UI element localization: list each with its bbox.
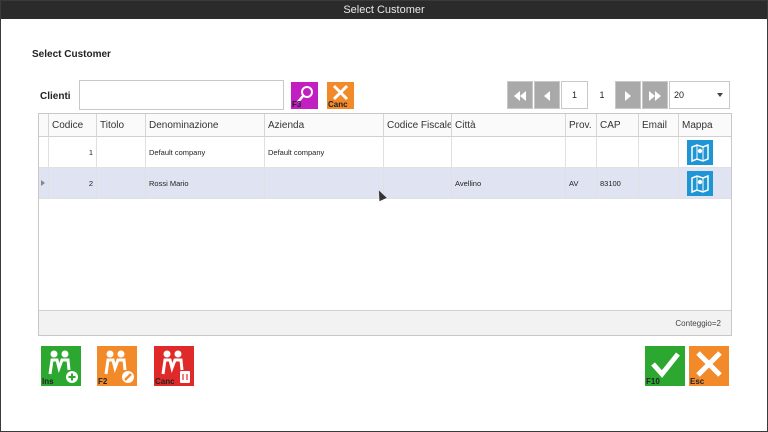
clear-shortcut-label: Canc	[328, 100, 348, 109]
table-row[interactable]: 1 Default company Default company	[39, 137, 731, 168]
search-button[interactable]: F3	[291, 82, 318, 109]
edit-customer-button[interactable]: F2	[97, 346, 137, 386]
search-input[interactable]	[79, 80, 284, 110]
column-header-cap[interactable]: CAP	[596, 114, 638, 137]
search-shortcut-label: F3	[292, 100, 302, 109]
cell-prov: AV	[565, 168, 596, 199]
map-button[interactable]	[687, 171, 713, 196]
cell-titolo	[96, 137, 145, 168]
next-page-button[interactable]	[615, 81, 641, 109]
escape-shortcut-label: Esc	[690, 377, 705, 386]
column-header-titolo[interactable]: Titolo	[96, 114, 145, 137]
insert-shortcut-label: Ins	[42, 377, 54, 386]
cell-cap: 83100	[596, 168, 638, 199]
first-page-icon	[514, 91, 526, 101]
row-indicator-icon	[41, 180, 45, 186]
grid-footer-count: Conteggio=2	[39, 310, 731, 335]
next-page-icon	[625, 91, 631, 101]
cell-citta: Avellino	[451, 168, 565, 199]
page-size-select[interactable]: 20	[669, 81, 730, 109]
window-title-bar: Select Customer	[1, 1, 767, 19]
cell-codice: 1	[48, 137, 96, 168]
cell-email	[638, 137, 678, 168]
select-customer-window: Select Customer Select Customer Clienti …	[0, 0, 768, 432]
cell-email	[638, 168, 678, 199]
last-page-icon	[649, 91, 661, 101]
previous-page-button[interactable]	[534, 81, 560, 109]
cell-citta	[451, 137, 565, 168]
page-title: Select Customer	[32, 49, 111, 60]
search-label: Clienti	[40, 91, 71, 102]
map-icon	[691, 143, 709, 163]
prev-page-icon	[544, 91, 550, 101]
delete-customer-button[interactable]: Canc	[154, 346, 194, 386]
cell-codice-fiscale	[383, 137, 451, 168]
current-page-field[interactable]: 1	[561, 81, 588, 109]
column-header-citta[interactable]: Città	[451, 114, 565, 137]
customer-grid: Codice Titolo Denominazione Azienda Codi…	[38, 113, 732, 336]
column-header-prov[interactable]: Prov.	[565, 114, 596, 137]
column-header-mappa[interactable]: Mappa	[678, 114, 721, 137]
map-icon	[691, 174, 709, 194]
confirm-button[interactable]: F10	[645, 346, 685, 386]
map-button[interactable]	[687, 140, 713, 165]
cell-cap	[596, 137, 638, 168]
confirm-shortcut-label: F10	[646, 377, 660, 386]
cell-azienda: Default company	[264, 137, 383, 168]
cell-codice: 2	[48, 168, 96, 199]
cell-denominazione: Rossi Mario	[145, 168, 264, 199]
first-page-button[interactable]	[507, 81, 533, 109]
chevron-down-icon	[717, 93, 723, 97]
column-header-azienda[interactable]: Azienda	[264, 114, 383, 137]
column-header-codice-fiscale[interactable]: Codice Fiscale	[383, 114, 451, 137]
last-page-button[interactable]	[642, 81, 668, 109]
clear-search-button[interactable]: Canc	[327, 82, 354, 109]
cell-azienda	[264, 168, 383, 199]
cell-titolo	[96, 168, 145, 199]
column-header-denominazione[interactable]: Denominazione	[145, 114, 264, 137]
cell-prov	[565, 137, 596, 168]
cancel-button[interactable]: Esc	[689, 346, 729, 386]
cell-denominazione: Default company	[145, 137, 264, 168]
grid-header: Codice Titolo Denominazione Azienda Codi…	[39, 114, 731, 137]
cell-codice-fiscale	[383, 168, 451, 199]
add-customer-button[interactable]: Ins	[41, 346, 81, 386]
edit-shortcut-label: F2	[98, 377, 108, 386]
column-header-codice[interactable]: Codice	[48, 114, 96, 137]
delete-shortcut-label: Canc	[155, 377, 175, 386]
page-size-value: 20	[674, 90, 685, 100]
column-header-email[interactable]: Email	[638, 114, 678, 137]
total-pages: 1	[599, 90, 605, 100]
